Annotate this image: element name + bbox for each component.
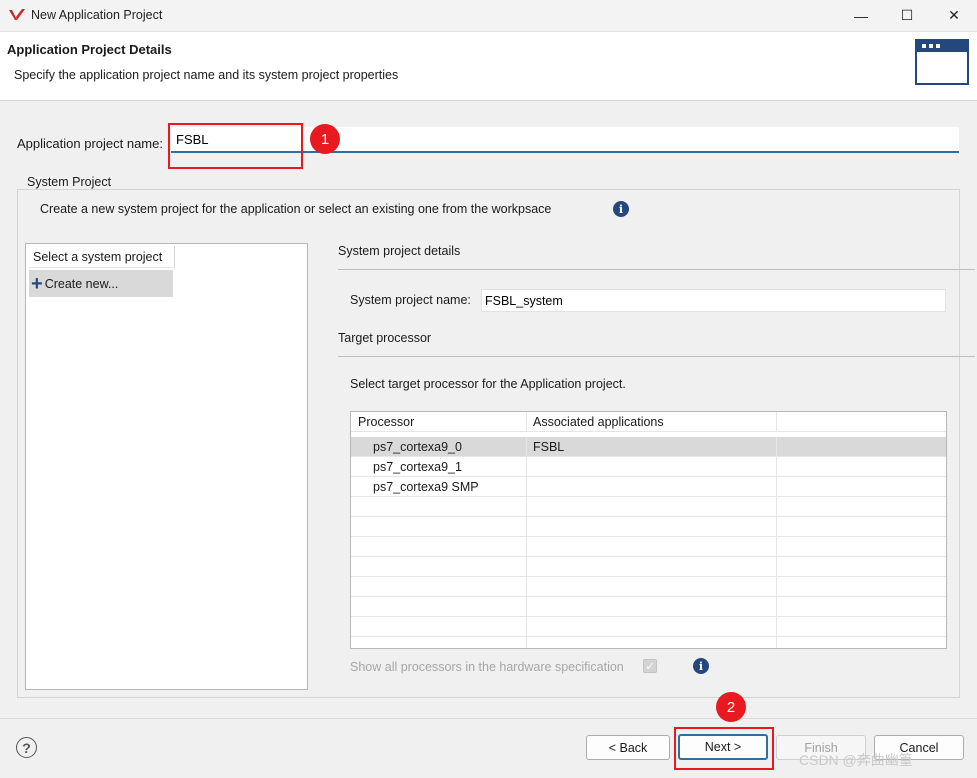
system-project-description: Create a new system project for the appl… bbox=[40, 202, 552, 216]
system-project-list[interactable] bbox=[25, 243, 308, 690]
annotation-marker-1: 1 bbox=[310, 124, 340, 154]
show-all-processors-checkbox[interactable]: ✓ bbox=[643, 659, 657, 673]
maximize-button[interactable]: ☐ bbox=[884, 0, 930, 31]
table-row[interactable]: ps7_cortexa9_1 bbox=[351, 457, 946, 477]
column-header-extra bbox=[777, 412, 946, 432]
system-project-details-title: System project details bbox=[338, 244, 461, 258]
app-logo-icon bbox=[9, 9, 25, 20]
processor-cell: ps7_cortexa9_1 bbox=[351, 457, 527, 477]
empty-cell bbox=[777, 437, 946, 457]
annotation-box-name bbox=[168, 123, 303, 169]
empty-cell bbox=[777, 477, 946, 497]
page-title: Application Project Details bbox=[7, 42, 172, 57]
table-row-empty bbox=[351, 577, 946, 597]
create-new-system-project-item[interactable]: + Create new... bbox=[29, 270, 173, 297]
watermark: CSDN @奔曲幽篁 bbox=[799, 752, 913, 768]
processor-cell: ps7_cortexa9 SMP bbox=[351, 477, 527, 497]
apps-cell: FSBL bbox=[527, 437, 777, 457]
show-all-processors-label: Show all processors in the hardware spec… bbox=[350, 660, 624, 674]
system-project-list-header: Select a system project bbox=[29, 246, 175, 268]
page-subtitle: Specify the application project name and… bbox=[14, 68, 399, 82]
info-icon[interactable]: i bbox=[693, 658, 709, 674]
system-project-name-input[interactable] bbox=[481, 289, 946, 312]
apps-cell bbox=[527, 457, 777, 477]
table-row-empty bbox=[351, 597, 946, 617]
app-project-name-label: Application project name: bbox=[17, 136, 163, 151]
annotation-marker-2: 2 bbox=[716, 692, 746, 722]
create-new-label: Create new... bbox=[44, 276, 119, 291]
close-button[interactable]: ✕ bbox=[931, 0, 977, 31]
help-icon[interactable]: ? bbox=[16, 737, 37, 758]
table-row[interactable]: ps7_cortexa9_0 FSBL bbox=[351, 437, 946, 457]
system-project-name-label: System project name: bbox=[350, 293, 471, 307]
table-row-empty bbox=[351, 617, 946, 637]
annotation-box-next bbox=[674, 727, 774, 770]
processor-cell: ps7_cortexa9_0 bbox=[351, 437, 527, 457]
system-project-group-label: System Project bbox=[24, 175, 115, 189]
wizard-header: Application Project Details Specify the … bbox=[0, 32, 977, 101]
table-row-empty bbox=[351, 637, 946, 648]
info-icon[interactable]: i bbox=[613, 201, 629, 217]
target-processor-description: Select target processor for the Applicat… bbox=[350, 377, 626, 391]
table-row-empty bbox=[351, 537, 946, 557]
empty-cell bbox=[777, 457, 946, 477]
target-processor-title: Target processor bbox=[338, 331, 432, 345]
column-header-associated-applications[interactable]: Associated applications bbox=[527, 412, 777, 432]
table-row-empty bbox=[351, 557, 946, 577]
table-row-empty bbox=[351, 517, 946, 537]
table-header-row: Processor Associated applications bbox=[351, 412, 946, 432]
processor-table[interactable]: Processor Associated applications ps7_co… bbox=[350, 411, 947, 649]
column-header-processor[interactable]: Processor bbox=[351, 412, 527, 432]
table-row-empty bbox=[351, 497, 946, 517]
plus-icon: + bbox=[31, 272, 43, 295]
table-row[interactable]: ps7_cortexa9 SMP bbox=[351, 477, 946, 497]
apps-cell bbox=[527, 477, 777, 497]
wizard-banner-icon bbox=[915, 39, 969, 85]
window-title: New Application Project bbox=[31, 8, 163, 22]
footer-divider bbox=[0, 718, 977, 719]
minimize-button[interactable]: — bbox=[838, 0, 884, 31]
back-button[interactable]: < Back bbox=[586, 735, 670, 760]
title-bar: New Application Project — ☐ ✕ bbox=[0, 0, 977, 32]
section-divider bbox=[338, 356, 975, 357]
section-divider bbox=[338, 269, 975, 270]
